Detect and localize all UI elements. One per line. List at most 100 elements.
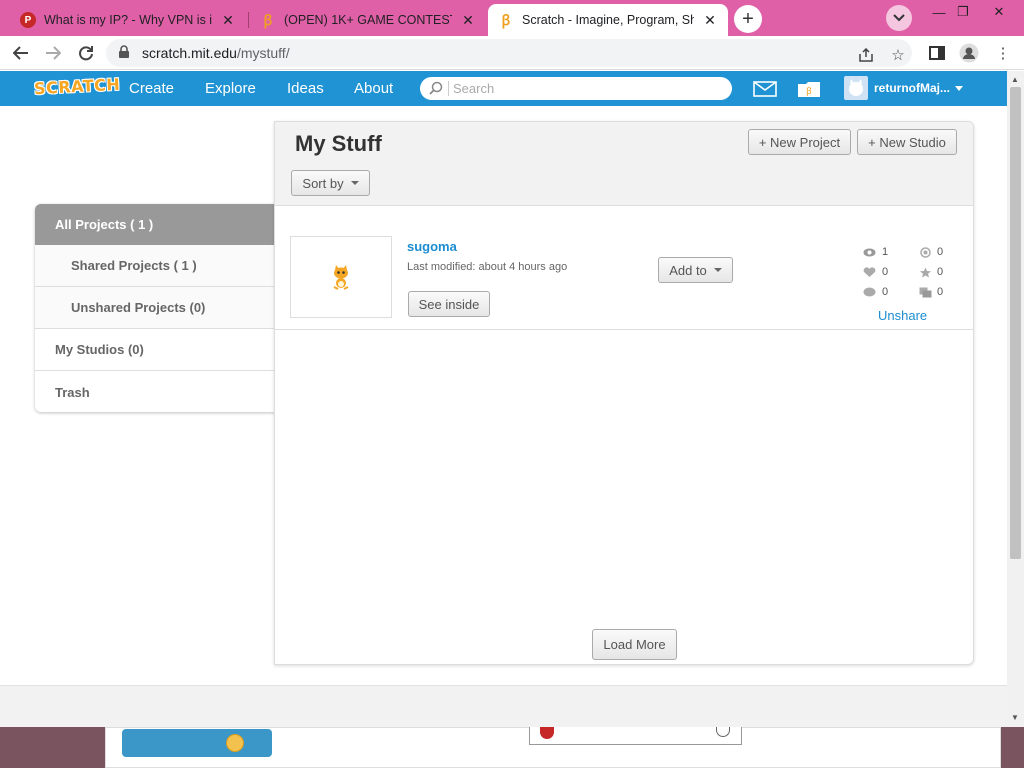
favorites-count: 0 bbox=[937, 266, 944, 278]
project-row: sugoma Last modified: about 4 hours ago … bbox=[275, 206, 973, 330]
tab-scratch-active[interactable]: ꞵ Scratch - Imagine, Program, Shar ✕ bbox=[488, 4, 728, 36]
project-thumbnail[interactable] bbox=[290, 236, 392, 318]
sidebar-item-unshared-projects[interactable]: Unshared Projects (0) bbox=[35, 287, 275, 329]
svg-text:ꞵ: ꞵ bbox=[806, 87, 812, 97]
see-inside-button[interactable]: See inside bbox=[408, 291, 490, 317]
psiphon-icon: P bbox=[20, 12, 36, 28]
tab-title: What is my IP? - Why VPN is imp bbox=[44, 13, 212, 27]
views-count: 1 bbox=[882, 246, 889, 258]
back-button[interactable] bbox=[8, 40, 34, 66]
browser-toolbar: scratch.mit.edu/mystuff/ ☆ ⋮ bbox=[0, 36, 1024, 70]
my-stuff-folder-icon[interactable]: ꞵ bbox=[797, 79, 821, 99]
nav-ideas[interactable]: Ideas bbox=[287, 80, 324, 97]
comment-bubble-icon bbox=[863, 287, 876, 297]
close-icon[interactable]: ✕ bbox=[702, 12, 718, 29]
new-tab-button[interactable]: + bbox=[734, 5, 762, 33]
app-root: P What is my IP? - Why VPN is imp ✕ ꞵ (O… bbox=[0, 0, 1024, 768]
star-icon[interactable]: ☆ bbox=[886, 43, 910, 67]
side-panel-icon[interactable] bbox=[925, 41, 949, 65]
psicash-coin-icon bbox=[226, 734, 244, 752]
messages-icon[interactable] bbox=[753, 79, 777, 99]
buy-psicash-button[interactable] bbox=[122, 729, 272, 757]
url-path: /mystuff/ bbox=[236, 45, 290, 61]
sidebar-item-all-projects[interactable]: All Projects ( 1 ) bbox=[35, 204, 275, 246]
window-close-button[interactable]: ✕ bbox=[982, 0, 1016, 24]
lock-icon bbox=[119, 45, 129, 58]
scroll-up-icon[interactable]: ▲ bbox=[1011, 75, 1019, 84]
user-menu-caret-icon[interactable] bbox=[955, 86, 963, 91]
mystuff-panel: My Stuff + New Project + New Studio Sort… bbox=[274, 121, 974, 665]
remixes-count: 0 bbox=[937, 246, 944, 258]
forward-button[interactable] bbox=[40, 40, 66, 66]
new-project-button[interactable]: + New Project bbox=[748, 129, 851, 155]
avatar[interactable] bbox=[844, 76, 868, 100]
nav-explore[interactable]: Explore bbox=[205, 80, 256, 97]
panel-header: My Stuff + New Project + New Studio Sort… bbox=[275, 122, 973, 206]
reload-icon bbox=[79, 46, 93, 61]
studios-icon bbox=[919, 287, 932, 298]
plus-icon: + bbox=[742, 7, 754, 30]
studios-count: 0 bbox=[937, 286, 944, 298]
bottom-ad-overlay bbox=[0, 727, 1024, 768]
nav-about[interactable]: About bbox=[354, 80, 393, 97]
username[interactable]: returnofMaj... bbox=[874, 81, 950, 95]
tab-title: Scratch - Imagine, Program, Shar bbox=[522, 13, 694, 27]
reload-button[interactable] bbox=[73, 40, 99, 66]
profile-icon[interactable] bbox=[957, 41, 981, 65]
favorite-star-icon bbox=[920, 267, 931, 278]
scratch-cat-icon bbox=[333, 265, 349, 290]
restore-button[interactable]: ❐ bbox=[946, 0, 980, 24]
url-domain: scratch.mit.edu bbox=[142, 45, 237, 61]
close-icon[interactable]: ✕ bbox=[460, 12, 476, 29]
best-performance-badge bbox=[529, 727, 742, 745]
tab-game-contest[interactable]: ꞵ (OPEN) 1K+ GAME CONTEST on ✕ bbox=[250, 4, 486, 36]
search-placeholder: Search bbox=[453, 81, 495, 96]
sidebar-item-trash[interactable]: Trash bbox=[35, 371, 275, 412]
project-last-modified: Last modified: about 4 hours ago bbox=[407, 261, 568, 273]
url-text: scratch.mit.edu/mystuff/ bbox=[142, 45, 290, 61]
page-title: My Stuff bbox=[295, 131, 382, 156]
close-icon[interactable]: ✕ bbox=[220, 12, 236, 29]
share-icon[interactable] bbox=[854, 43, 878, 67]
scrollbar-thumb[interactable] bbox=[1010, 87, 1021, 559]
load-more-button[interactable]: Load More bbox=[592, 629, 677, 660]
loves-count: 0 bbox=[882, 266, 889, 278]
mystuff-sidebar: All Projects ( 1 ) Shared Projects ( 1 )… bbox=[35, 204, 275, 412]
scratch-cat-icon: ꞵ bbox=[263, 11, 273, 28]
scratch-cat-icon: ꞵ bbox=[501, 11, 511, 28]
new-studio-button[interactable]: + New Studio bbox=[857, 129, 957, 155]
address-bar[interactable]: scratch.mit.edu/mystuff/ ☆ bbox=[106, 39, 912, 67]
page-scrollbar[interactable]: ▲ ▼ bbox=[1007, 71, 1024, 727]
add-to-dropdown[interactable]: Add to bbox=[658, 257, 733, 283]
views-eye-icon bbox=[863, 248, 876, 257]
arrow-right-icon bbox=[46, 46, 61, 60]
browser-tab-strip: P What is my IP? - Why VPN is imp ✕ ꞵ (O… bbox=[0, 0, 1024, 36]
unshare-link[interactable]: Unshare bbox=[878, 308, 927, 323]
psiphon-icon bbox=[540, 727, 554, 739]
caret-down-icon bbox=[713, 268, 722, 272]
add-to-label: Add to bbox=[669, 262, 707, 278]
tab-what-is-my-ip[interactable]: P What is my IP? - Why VPN is imp ✕ bbox=[10, 4, 246, 36]
nav-create[interactable]: Create bbox=[129, 80, 174, 97]
comments-count: 0 bbox=[882, 286, 889, 298]
sort-by-dropdown[interactable]: Sort by bbox=[291, 170, 370, 196]
love-heart-icon bbox=[863, 267, 876, 277]
sidebar-item-shared-projects[interactable]: Shared Projects ( 1 ) bbox=[35, 245, 275, 287]
tab-search-button[interactable] bbox=[886, 5, 912, 31]
sidebar-item-my-studios[interactable]: My Studios (0) bbox=[35, 329, 275, 371]
remix-icon bbox=[920, 247, 931, 258]
project-title-link[interactable]: sugoma bbox=[407, 239, 457, 254]
tab-title: (OPEN) 1K+ GAME CONTEST on bbox=[284, 13, 452, 27]
search-icon bbox=[429, 81, 443, 95]
caret-down-icon bbox=[350, 181, 359, 185]
more-menu-icon[interactable]: ⋮ bbox=[991, 41, 1015, 65]
footer bbox=[0, 685, 1007, 730]
scratch-navbar: SCRATCH Create Explore Ideas About Searc… bbox=[0, 71, 1007, 106]
info-icon bbox=[716, 727, 730, 737]
sort-by-label: Sort by bbox=[302, 175, 344, 191]
nav-search-input[interactable]: Search bbox=[420, 77, 732, 100]
scratch-logo[interactable]: SCRATCH bbox=[34, 75, 121, 98]
arrow-left-icon bbox=[13, 46, 28, 60]
chevron-down-icon bbox=[893, 14, 905, 22]
scroll-down-icon[interactable]: ▼ bbox=[1011, 713, 1019, 722]
